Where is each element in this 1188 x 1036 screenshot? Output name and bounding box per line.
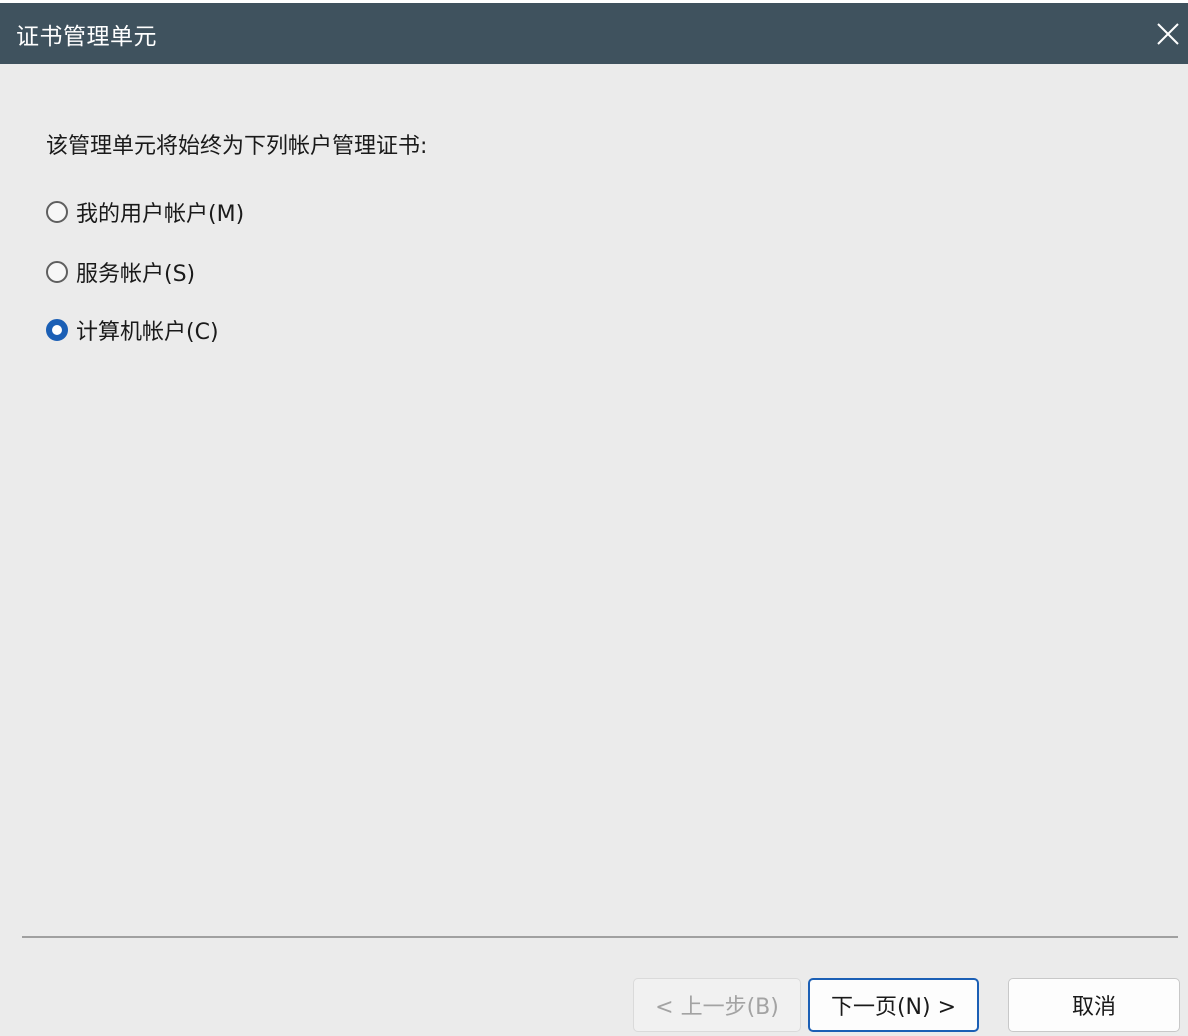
- next-button[interactable]: 下一页(N) >: [808, 978, 979, 1032]
- radio-label: 计算机帐户(C): [76, 320, 219, 345]
- window-title: 证书管理单元: [16, 24, 157, 50]
- close-button[interactable]: [1148, 3, 1188, 64]
- radio-button[interactable]: [46, 261, 68, 283]
- title-bar: 证书管理单元: [0, 0, 1188, 64]
- radio-service-account[interactable]: 服务帐户(S): [46, 257, 195, 287]
- cancel-button[interactable]: 取消: [1008, 978, 1180, 1032]
- radio-computer-account[interactable]: 计算机帐户(C): [46, 315, 219, 345]
- footer-divider: [22, 936, 1178, 938]
- account-prompt: 该管理单元将始终为下列帐户管理证书:: [46, 134, 428, 159]
- back-button[interactable]: < 上一步(B): [633, 978, 801, 1032]
- close-icon: [1157, 22, 1179, 45]
- radio-label: 服务帐户(S): [76, 262, 196, 287]
- radio-my-user-account[interactable]: 我的用户帐户(M): [46, 197, 244, 227]
- radio-label: 我的用户帐户(M): [76, 202, 245, 227]
- radio-button-selected[interactable]: [46, 319, 68, 341]
- radio-button[interactable]: [46, 201, 68, 223]
- certificate-snapin-dialog: 证书管理单元 该管理单元将始终为下列帐户管理证书: 我的用户帐户(M) 服务帐户…: [0, 0, 1188, 1036]
